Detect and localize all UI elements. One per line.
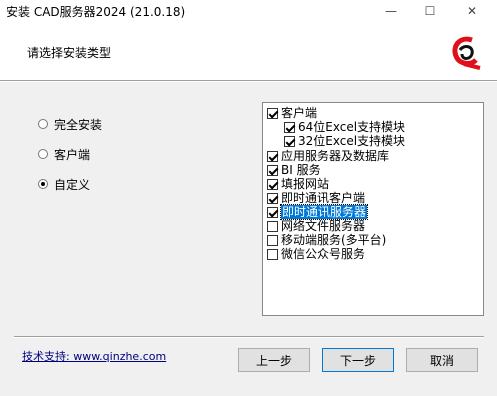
component-item[interactable]: 64位Excel支持模块 [284,120,405,134]
component-label: 32位Excel支持模块 [298,134,406,148]
checkbox[interactable] [267,107,278,119]
checkbox[interactable] [267,234,278,246]
radio-circle[interactable] [38,149,48,159]
component-list[interactable]: 客户端 64位Excel支持模块 32位Excel支持模块 应用服务器及数据库 … [262,102,484,316]
component-item[interactable]: 即时通讯客户端 [267,191,365,205]
component-label: 移动端服务(多平台) [281,233,387,247]
maximize-button[interactable]: ☐ [410,0,450,24]
radio-label: 自定义 [54,177,91,192]
component-label: 即时通讯客户端 [281,191,366,205]
checkbox[interactable] [267,178,278,190]
page-title: 请选择安装类型 [27,46,112,60]
radio-full-install[interactable]: 完全安装 [38,115,102,133]
component-label: 即时通讯服务器 [279,204,369,220]
component-item[interactable]: 移动端服务(多平台) [267,233,386,247]
support-link[interactable]: 技术支持: www.qinzhe.com [22,348,166,364]
component-item[interactable]: 网络文件服务器 [267,219,365,233]
radio-custom[interactable]: 自定义 [38,175,90,193]
component-item[interactable]: 应用服务器及数据库 [267,149,389,163]
component-label: 客户端 [281,106,318,120]
next-button[interactable]: 下一步 [322,348,394,372]
radio-label: 客户端 [54,147,91,162]
component-item[interactable]: 客户端 [267,106,317,120]
checkbox[interactable] [267,192,278,204]
checkbox[interactable] [267,150,278,162]
wizard-header: 请选择安装类型 [0,24,497,80]
checkbox[interactable] [267,220,278,232]
component-label: 填报网站 [281,177,330,191]
checkbox[interactable] [267,248,278,260]
logo-icon [452,36,481,70]
component-label: 网络文件服务器 [281,219,366,233]
component-item[interactable]: 微信公众号服务 [267,247,365,261]
component-item[interactable]: 填报网站 [267,177,329,191]
checkbox[interactable] [284,135,295,147]
radio-label: 完全安装 [54,117,103,132]
checkbox[interactable] [267,206,278,218]
checkbox[interactable] [284,121,295,133]
minimize-button[interactable]: — [371,0,411,24]
component-label: BI 服务 [281,163,321,177]
component-item[interactable]: 32位Excel支持模块 [284,134,405,148]
title-bar: 安装 CAD服务器2024 (21.0.18) — ☐ ✕ [0,0,497,24]
radio-circle-selected[interactable] [38,179,48,189]
component-item[interactable]: BI 服务 [267,163,321,177]
component-item-selected[interactable]: 即时通讯服务器 [267,204,369,220]
close-button[interactable]: ✕ [452,0,492,24]
cancel-button[interactable]: 取消 [406,348,478,372]
window-title: 安装 CAD服务器2024 (21.0.18) [6,5,186,19]
radio-client[interactable]: 客户端 [38,145,90,163]
radio-circle[interactable] [38,119,48,129]
checkbox[interactable] [267,164,278,176]
back-button[interactable]: 上一步 [238,348,310,372]
component-label: 64位Excel支持模块 [298,120,406,134]
component-label: 微信公众号服务 [281,247,366,261]
component-label: 应用服务器及数据库 [281,149,390,163]
